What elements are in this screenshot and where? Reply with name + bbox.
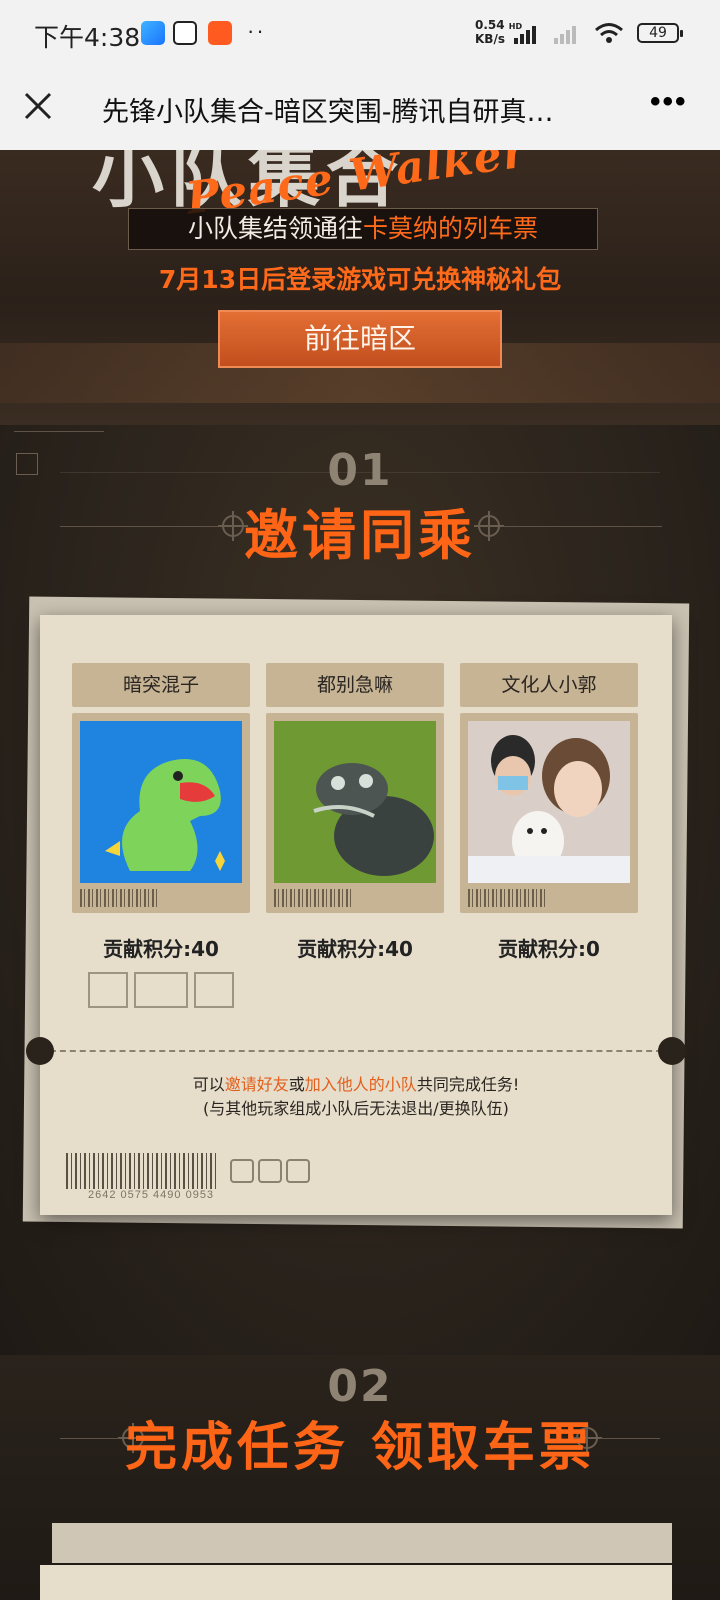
triangle-icon [230,1159,254,1183]
card-icon-row [88,972,234,1008]
more-notifications-icon: ·· [247,18,266,43]
section-heading: 完成任务 领取车票 [124,1418,596,1478]
globe-icon [286,1159,310,1183]
banner-prefix: 小队集结领通往 [187,214,363,243]
section-invite: 01 邀请同乘 暗突混子 贡献积分:40 都别急嘛 贡献积分:40 文化人小郭 … [0,425,720,1355]
turtle-avatar-icon [274,721,436,883]
squad-member[interactable]: 暗突混子 贡献积分:40 [72,663,250,962]
member-barcode [80,889,160,907]
member-name: 暗突混子 [72,663,250,707]
member-photo-frame [266,713,444,913]
paper-plane-app-icon [141,21,165,45]
wifi-icon [595,23,623,43]
page-title: 先锋小队集合-暗区突围-腾讯自研真… [102,97,554,128]
banner-highlight: 卡莫纳的列车票 [363,214,539,243]
squad-card: 暗突混子 贡献积分:40 都别急嘛 贡献积分:40 文化人小郭 贡献积分:0 可… [26,615,686,1215]
invite-note-warning: (与其他玩家组成小队后无法退出/更换队伍) [203,1099,509,1118]
squad-member[interactable]: 都别急嘛 贡献积分:40 [266,663,444,962]
close-icon[interactable] [20,88,56,124]
avatar [274,721,436,883]
target-icon [88,972,128,1008]
avatar [80,721,242,883]
tasks-card [40,1565,672,1600]
card-notch-left [26,1037,54,1065]
member-name: 文化人小郭 [460,663,638,707]
member-score: 贡献积分:40 [103,937,219,961]
status-time: 下午4:38 [34,23,141,52]
card-barcode [66,1153,218,1189]
refresh-icon [258,1159,282,1183]
paper-backdrop [52,1523,672,1563]
join-squad-link[interactable]: 加入他人的小队 [305,1075,417,1094]
status-bar: 下午4:38 ·· 0.54 HD KB/s 49 [0,0,720,66]
dinosaur-avatar-icon [80,721,242,883]
hero-banner: 小队集合 Peace Walker 小队集结领通往卡莫纳的列车票 7月13日后登… [0,150,720,425]
invite-note: 可以邀请好友或加入他人的小队共同完成任务! (与其他玩家组成小队后无法退出/更换… [192,1075,520,1118]
sound-wave-icon [134,972,188,1008]
section-heading: 邀请同乘 [244,504,476,567]
hero-banner-text: 小队集结领通往卡莫纳的列车票 [128,208,598,250]
signal-strength-icon [514,24,536,44]
member-name: 都别急嘛 [266,663,444,707]
couple-photo-avatar-icon [468,721,630,883]
squad-member[interactable]: 文化人小郭 贡献积分:0 [460,663,638,962]
barcode-number: 2642 0575 4490 0953 [88,1189,215,1201]
nav-bar: 先锋小队集合-暗区突围-腾讯自研真… ••• [0,66,720,150]
member-barcode [468,889,548,907]
qq-penguin-icon [173,21,197,45]
member-score: 贡献积分:0 [498,937,600,961]
net-speed-value: 0.54 [475,18,505,32]
net-speed-unit: KB/s [475,32,505,46]
signal-strength-2-icon [554,24,576,44]
crosshair-icon [194,972,234,1008]
member-photo-frame [460,713,638,913]
member-barcode [274,889,354,907]
more-menu-icon[interactable]: ••• [650,87,690,124]
go-dark-zone-button[interactable]: 前往暗区 [218,310,502,368]
section-number: 01 [327,445,393,496]
section-tasks: 02 完成任务 领取车票 [0,1355,720,1600]
hero-subtext: 7月13日后登录游戏可兑换神秘礼包 [158,265,562,294]
card-dashed-divider [40,1050,672,1052]
app-notification-icon [208,21,232,45]
member-photo-frame [72,713,250,913]
card-small-icons [230,1159,310,1183]
member-score: 贡献积分:40 [297,937,413,961]
battery-indicator: 49 [637,23,683,43]
invite-friend-link[interactable]: 邀请好友 [225,1075,289,1094]
card-notch-right [658,1037,686,1065]
hud-deco-line [14,431,104,443]
avatar [468,721,630,883]
